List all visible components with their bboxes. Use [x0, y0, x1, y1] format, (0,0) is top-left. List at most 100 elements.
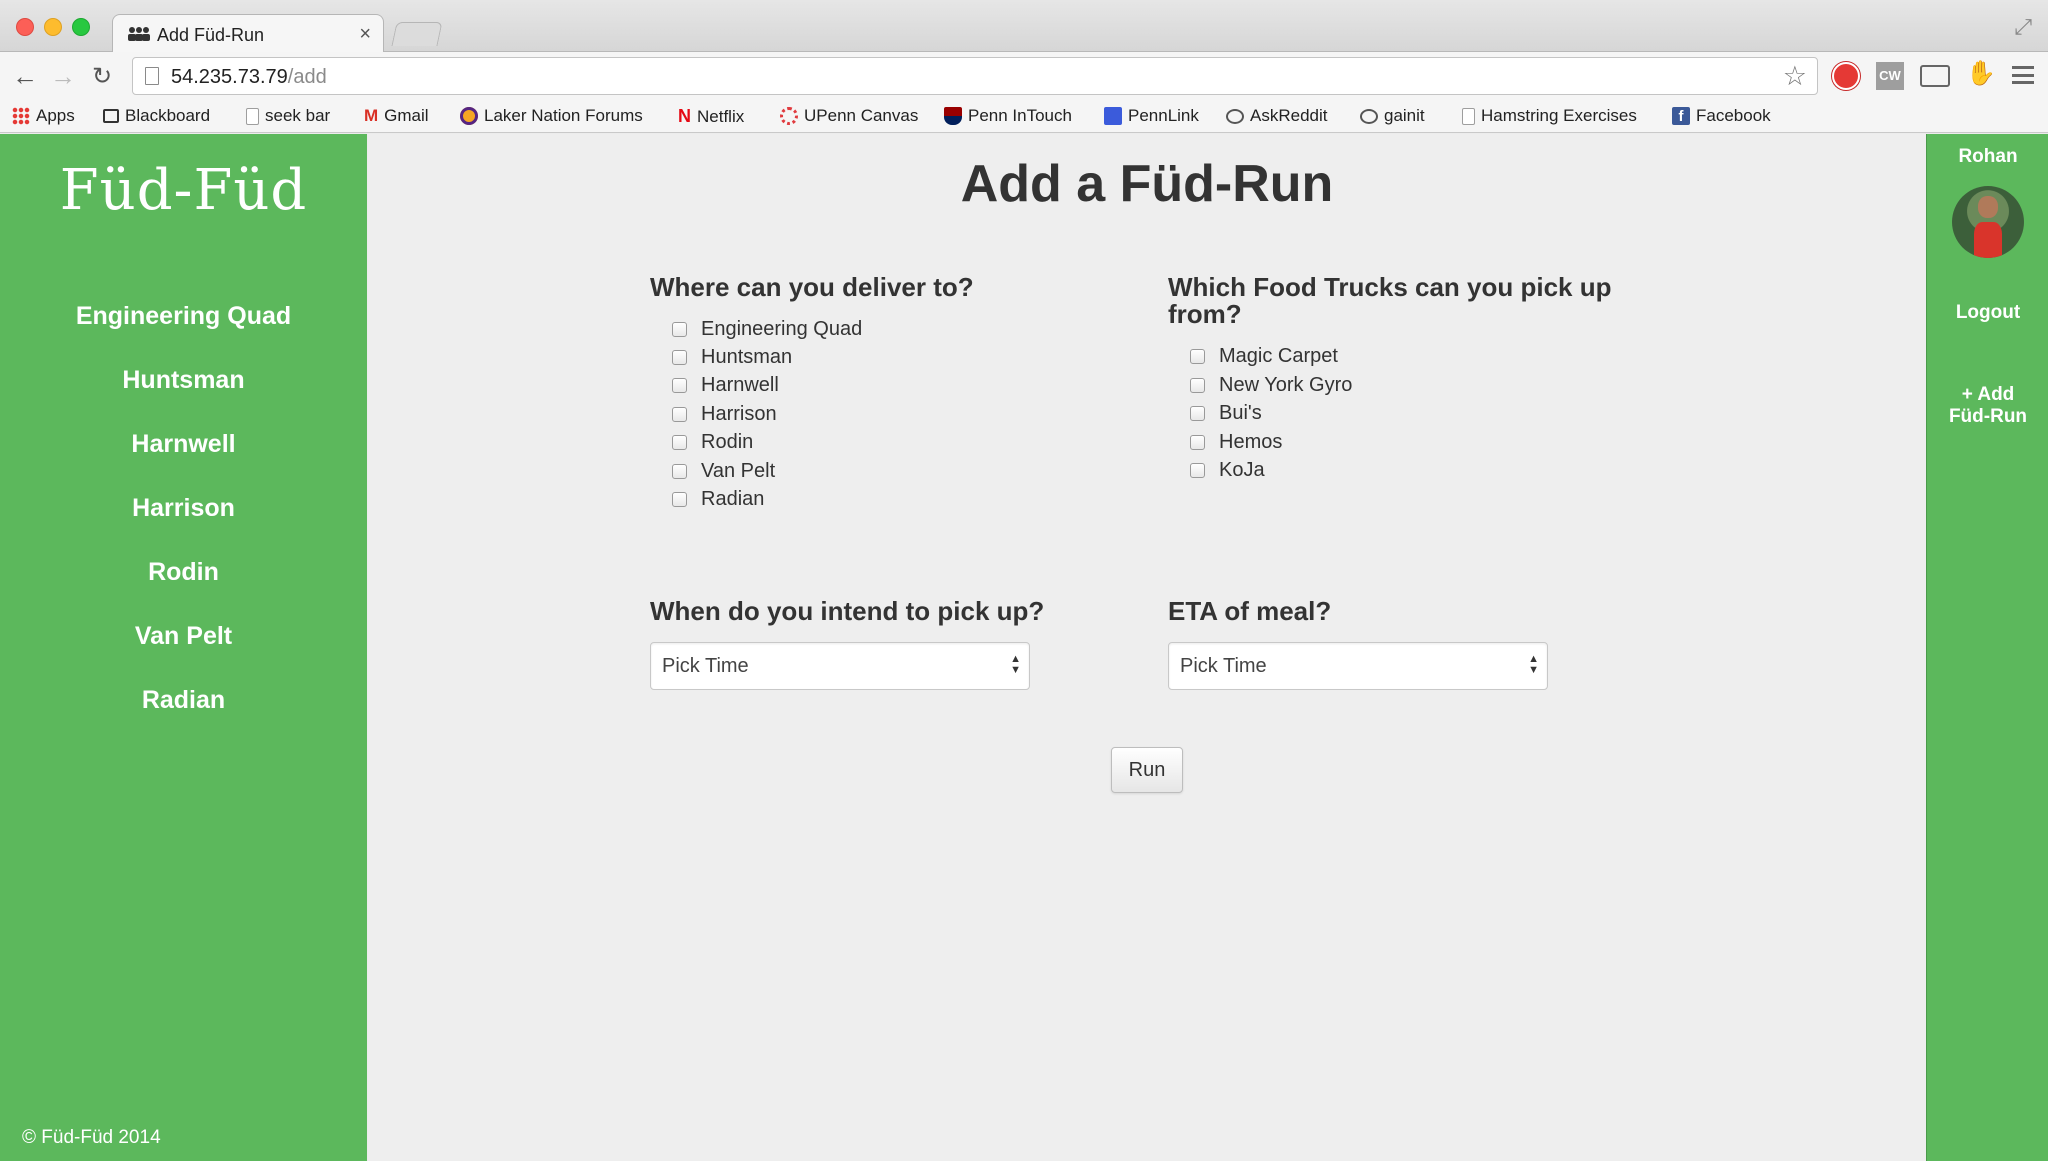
logout-link[interactable]: Logout	[1927, 302, 2048, 324]
truck-checkbox[interactable]	[1190, 463, 1205, 478]
truck-checkbox[interactable]	[1190, 349, 1205, 364]
truck-option-hemos[interactable]: Hemos	[1190, 431, 1282, 454]
eta-select[interactable]: Pick Time ▲ ▼	[1168, 642, 1548, 690]
page-icon	[1462, 107, 1475, 125]
address-bar[interactable]: 54.235.73.79/add ☆	[132, 57, 1818, 95]
deliver-option-rodin[interactable]: Rodin	[672, 431, 753, 454]
tab-title: Add Füd-Run	[157, 25, 265, 45]
sidebar-item-harnwell[interactable]: Harnwell	[0, 430, 367, 459]
pickup-time-label: When do you intend to pick up?	[650, 596, 1045, 626]
deliver-checkbox[interactable]	[672, 322, 687, 337]
deliver-to-label: Where can you deliver to?	[650, 272, 974, 302]
pennlink-icon	[1104, 107, 1122, 125]
tab-close-icon[interactable]: ×	[359, 23, 371, 46]
bookmark-label: seek bar	[265, 106, 331, 125]
deliver-checkbox[interactable]	[672, 492, 687, 507]
deliver-option-huntsman[interactable]: Huntsman	[672, 346, 792, 369]
bookmark-label: Laker Nation Forums	[484, 106, 643, 125]
bookmark-gmail[interactable]: M Gmail	[364, 106, 429, 126]
browser-tab[interactable]: Add Füd-Run ×	[112, 14, 384, 54]
deliver-checkbox[interactable]	[672, 407, 687, 422]
cast-icon[interactable]	[1920, 65, 1950, 87]
truck-checkbox[interactable]	[1190, 406, 1205, 421]
penn-shield-icon	[944, 107, 962, 125]
copyright-footer: © Füd-Füd 2014	[22, 1127, 161, 1148]
deliver-option-harnwell[interactable]: Harnwell	[672, 374, 779, 397]
select-value: Pick Time	[1180, 655, 1267, 677]
bookmark-laker-nation[interactable]: Laker Nation Forums	[460, 106, 643, 126]
deliver-option-van-pelt[interactable]: Van Pelt	[672, 460, 775, 483]
bookmark-apps[interactable]: Apps	[12, 106, 75, 126]
fullscreen-icon[interactable]: ⤢	[2014, 14, 2032, 40]
site-logo[interactable]: Füd-Füd	[0, 158, 367, 223]
bookmark-label: Facebook	[1696, 106, 1771, 125]
browser-titlebar: Add Füd-Run × ⤢	[0, 0, 2048, 54]
page-icon	[145, 67, 159, 85]
bookmark-star-icon[interactable]: ☆	[1783, 61, 1807, 92]
bookmark-askreddit[interactable]: AskReddit	[1226, 106, 1327, 126]
deliver-checkbox[interactable]	[672, 378, 687, 393]
checkbox-label: Magic Carpet	[1219, 345, 1338, 367]
bookmark-label: Apps	[36, 106, 75, 125]
user-name: Rohan	[1958, 146, 2018, 167]
sidebar-item-huntsman[interactable]: Huntsman	[0, 366, 367, 395]
chrome-menu-icon[interactable]	[2012, 66, 2034, 84]
select-arrows-icon: ▲ ▼	[1528, 653, 1539, 676]
deliver-checkbox[interactable]	[672, 350, 687, 365]
truck-option-magic-carpet[interactable]: Magic Carpet	[1190, 345, 1338, 368]
deliver-checkbox[interactable]	[672, 435, 687, 450]
netflix-icon: N	[678, 106, 691, 126]
bookmark-hamstring-exercises[interactable]: Hamstring Exercises	[1462, 106, 1637, 126]
sidebar-item-engineering-quad[interactable]: Engineering Quad	[0, 302, 367, 331]
truck-option-new-york-gyro[interactable]: New York Gyro	[1190, 374, 1352, 397]
hand-extension-icon[interactable]: ✋	[1966, 59, 1996, 87]
sidebar-item-rodin[interactable]: Rodin	[0, 558, 367, 587]
bookmark-facebook[interactable]: f Facebook	[1672, 106, 1771, 126]
select-value: Pick Time	[662, 655, 749, 677]
truck-checkbox[interactable]	[1190, 378, 1205, 393]
sidebar-item-radian[interactable]: Radian	[0, 686, 367, 715]
checkbox-label: Bui's	[1219, 402, 1262, 424]
deliver-option-engineering-quad[interactable]: Engineering Quad	[672, 318, 862, 341]
reload-icon[interactable]: ↻	[92, 62, 112, 91]
new-tab-button[interactable]	[391, 22, 443, 46]
forward-icon[interactable]: →	[50, 61, 76, 92]
left-sidebar: Füd-Füd Engineering Quad Huntsman Harnwe…	[0, 134, 367, 1161]
reddit-icon	[1226, 108, 1244, 124]
truck-option-koja[interactable]: KoJa	[1190, 459, 1265, 482]
bookmark-penn-intouch[interactable]: Penn InTouch	[944, 106, 1072, 126]
bookmark-gainit[interactable]: gainit	[1360, 106, 1425, 126]
pickup-time-select[interactable]: Pick Time ▲ ▼	[650, 642, 1030, 690]
checkbox-label: Engineering Quad	[701, 318, 863, 340]
bookmark-upenn-canvas[interactable]: UPenn Canvas	[780, 106, 918, 126]
blackboard-icon	[103, 109, 119, 123]
adblock-icon[interactable]	[1832, 62, 1860, 90]
sidebar-item-harrison[interactable]: Harrison	[0, 494, 367, 523]
food-trucks-label-line2: from?	[1168, 299, 1242, 329]
deliver-option-harrison[interactable]: Harrison	[672, 403, 777, 426]
bookmark-blackboard[interactable]: Blackboard	[103, 106, 210, 126]
sidebar-item-van-pelt[interactable]: Van Pelt	[0, 622, 367, 651]
checkbox-label: Harnwell	[701, 374, 779, 396]
bookmark-seek-bar[interactable]: seek bar	[246, 106, 330, 126]
back-icon[interactable]: ←	[12, 61, 38, 92]
avatar[interactable]	[1952, 186, 2024, 258]
cw-extension-icon[interactable]: CW	[1876, 62, 1904, 90]
checkbox-label: Harrison	[701, 403, 777, 425]
deliver-option-radian[interactable]: Radian	[672, 488, 764, 511]
add-fud-run-link[interactable]: + Add Füd-Run	[1927, 384, 2048, 428]
minimize-window-button[interactable]	[44, 18, 62, 36]
select-arrows-icon: ▲ ▼	[1010, 653, 1021, 676]
deliver-checkbox[interactable]	[672, 464, 687, 479]
truck-option-buis[interactable]: Bui's	[1190, 402, 1262, 425]
truck-checkbox[interactable]	[1190, 435, 1205, 450]
url-path: /add	[287, 66, 327, 88]
bookmark-pennlink[interactable]: PennLink	[1104, 106, 1199, 126]
url-text[interactable]: 54.235.73.79/add	[171, 66, 327, 89]
bookmark-netflix[interactable]: N Netflix	[678, 106, 744, 127]
close-window-button[interactable]	[16, 18, 34, 36]
browser-toolbar: ← → ↻ 54.235.73.79/add ☆ CW ✋	[0, 52, 2048, 100]
bookmark-label: gainit	[1384, 106, 1425, 125]
zoom-window-button[interactable]	[72, 18, 90, 36]
run-button[interactable]: Run	[1111, 747, 1183, 793]
